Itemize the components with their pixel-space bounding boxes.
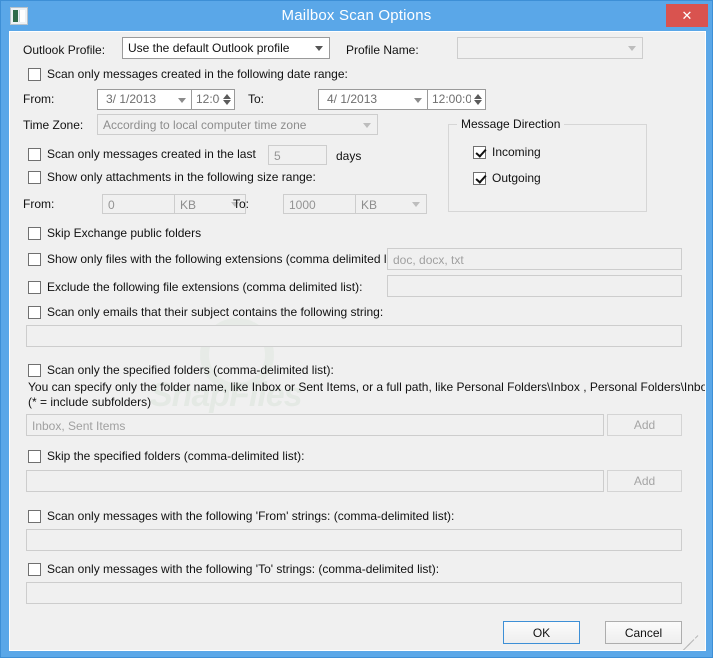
checkbox-box: [28, 147, 41, 161]
include-extensions-label: Show only files with the following exten…: [47, 252, 406, 266]
chevron-down-icon: [414, 98, 422, 103]
to-strings-checkbox[interactable]: Scan only messages with the following 'T…: [28, 562, 439, 576]
date-from-label: From:: [23, 92, 55, 106]
days-unit-label: days: [336, 149, 362, 163]
profile-name-select[interactable]: [457, 37, 643, 59]
window-title: Mailbox Scan Options: [281, 7, 432, 24]
outgoing-checkbox[interactable]: Outgoing: [473, 171, 541, 185]
size-to-label: To:: [233, 197, 250, 211]
only-folders-add-button[interactable]: Add: [607, 414, 682, 436]
size-to-unit-select[interactable]: KB: [355, 194, 427, 214]
chevron-down-icon: [363, 122, 371, 128]
outgoing-label: Outgoing: [492, 171, 541, 185]
checkbox-box: [473, 145, 486, 159]
time-from-stepper[interactable]: [220, 90, 234, 109]
size-range-label: Show only attachments in the following s…: [47, 170, 316, 184]
size-from-input[interactable]: 0: [102, 194, 175, 214]
only-folders-input[interactable]: Inbox, Sent Items: [26, 414, 604, 436]
timezone-select[interactable]: According to local computer time zone: [97, 114, 378, 135]
chevron-down-icon: [412, 202, 420, 207]
mailbox-scan-options-dialog: Mailbox Scan Options ✕ SnapFiles Outlook…: [0, 0, 713, 658]
chevron-down-icon: [178, 98, 186, 103]
checkbox-box: [28, 363, 41, 377]
only-folders-hint-line2: (* = include subfolders): [28, 395, 152, 409]
stepper-up-icon[interactable]: [474, 94, 482, 99]
stepper-down-icon[interactable]: [474, 100, 482, 105]
skip-public-folders-label: Skip Exchange public folders: [47, 226, 202, 240]
checkbox-box: [28, 305, 41, 319]
last-days-input[interactable]: 5: [268, 145, 327, 165]
skip-public-folders-checkbox[interactable]: Skip Exchange public folders: [28, 226, 201, 240]
subject-contains-checkbox[interactable]: Scan only emails that their subject cont…: [28, 305, 383, 319]
to-strings-label: Scan only messages with the following 'T…: [47, 562, 440, 576]
message-direction-title: Message Direction: [457, 117, 565, 131]
stepper-up-icon[interactable]: [223, 94, 231, 99]
from-strings-checkbox[interactable]: Scan only messages with the following 'F…: [28, 509, 454, 523]
checkbox-box: [28, 562, 41, 576]
chevron-down-icon: [628, 46, 636, 51]
checkbox-box: [28, 226, 41, 240]
size-from-unit-value: KB: [180, 198, 197, 212]
to-strings-input[interactable]: [26, 582, 682, 604]
only-folders-hint-line1: You can specify only the folder name, li…: [28, 380, 706, 394]
date-to-value: 4/ 1/2013: [327, 92, 378, 106]
skip-folders-checkbox[interactable]: Skip the specified folders (comma-delimi…: [28, 449, 304, 463]
time-from-input[interactable]: 12:00:00 AI: [192, 90, 220, 109]
date-from-input[interactable]: 3/ 1/2013: [98, 90, 191, 109]
title-bar: Mailbox Scan Options ✕: [1, 1, 712, 31]
dialog-body: SnapFiles Outlook Profile: Use the defau…: [9, 31, 706, 651]
checkbox-box: [28, 67, 41, 81]
date-to-group[interactable]: 4/ 1/2013 12:00:00 AI: [318, 89, 486, 110]
resize-grip: [679, 633, 702, 650]
checkbox-box: [28, 509, 41, 523]
timezone-label: Time Zone:: [23, 118, 84, 132]
from-strings-input[interactable]: [26, 529, 682, 551]
timezone-value: According to local computer time zone: [103, 118, 307, 132]
checkbox-box: [473, 171, 486, 185]
checkbox-box: [28, 252, 41, 266]
incoming-checkbox[interactable]: Incoming: [473, 145, 541, 159]
ok-button[interactable]: OK: [503, 621, 580, 644]
stepper-down-icon[interactable]: [223, 100, 231, 105]
only-folders-label: Scan only the specified folders (comma-d…: [47, 363, 334, 377]
time-to-stepper[interactable]: [471, 90, 485, 109]
close-icon[interactable]: ✕: [666, 4, 708, 27]
date-from-value: 3/ 1/2013: [106, 92, 157, 106]
profile-name-label: Profile Name:: [346, 43, 419, 57]
checkbox-box: [28, 280, 41, 294]
date-to-input[interactable]: 4/ 1/2013: [319, 90, 427, 109]
checkbox-box: [28, 170, 41, 184]
outlook-profile-select[interactable]: Use the default Outlook profile: [122, 37, 330, 59]
skip-folders-input[interactable]: [26, 470, 604, 492]
date-from-group[interactable]: 3/ 1/2013 12:00:00 AI: [97, 89, 235, 110]
exclude-extensions-checkbox[interactable]: Exclude the following file extensions (c…: [28, 280, 362, 294]
exclude-extensions-input[interactable]: [387, 275, 682, 297]
last-days-checkbox[interactable]: Scan only messages created in the last: [28, 147, 256, 161]
size-range-checkbox[interactable]: Show only attachments in the following s…: [28, 170, 316, 184]
size-to-unit-value: KB: [361, 198, 378, 212]
subject-contains-label: Scan only emails that their subject cont…: [47, 305, 384, 319]
date-range-label: Scan only messages created in the follow…: [47, 67, 348, 81]
size-to-input[interactable]: 1000: [283, 194, 356, 214]
only-folders-checkbox[interactable]: Scan only the specified folders (comma-d…: [28, 363, 334, 377]
size-from-label: From:: [23, 197, 55, 211]
chevron-down-icon: [315, 46, 323, 51]
subject-contains-input[interactable]: [26, 325, 682, 347]
exclude-extensions-label: Exclude the following file extensions (c…: [47, 280, 363, 294]
cancel-button[interactable]: Cancel: [605, 621, 682, 644]
last-days-label: Scan only messages created in the last: [47, 147, 256, 161]
outlook-profile-label: Outlook Profile:: [23, 43, 106, 57]
outlook-profile-value: Use the default Outlook profile: [128, 41, 290, 55]
skip-folders-label: Skip the specified folders (comma-delimi…: [47, 449, 305, 463]
include-extensions-input[interactable]: doc, docx, txt: [387, 248, 682, 270]
date-to-label: To:: [248, 92, 265, 106]
checkbox-box: [28, 449, 41, 463]
time-to-input[interactable]: 12:00:00 AI: [428, 90, 471, 109]
include-extensions-checkbox[interactable]: Show only files with the following exten…: [28, 252, 406, 266]
date-range-checkbox[interactable]: Scan only messages created in the follow…: [28, 67, 348, 81]
skip-folders-add-button[interactable]: Add: [607, 470, 682, 492]
incoming-label: Incoming: [492, 145, 541, 159]
message-direction-group: Message Direction Incoming Outgoing: [448, 117, 647, 212]
from-strings-label: Scan only messages with the following 'F…: [47, 509, 455, 523]
